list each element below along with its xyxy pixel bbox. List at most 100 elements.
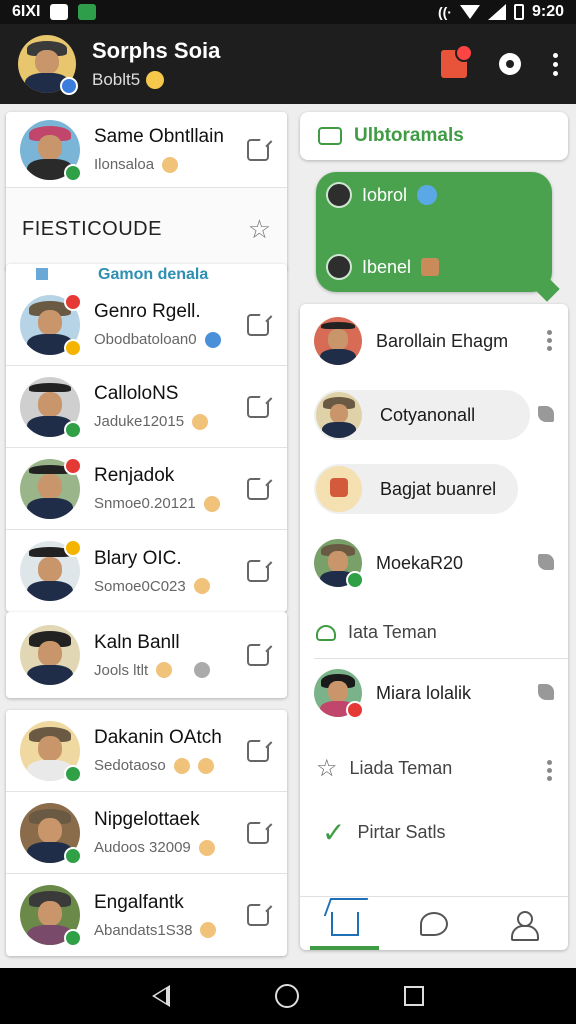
contact-name: Nipgelottaek — [94, 809, 200, 830]
edit-icon[interactable] — [247, 904, 269, 926]
list-item[interactable]: CalloloNS Jaduke12015 — [6, 366, 287, 448]
nfc-icon: ((· — [437, 4, 452, 20]
check-icon: ✓ — [322, 817, 346, 848]
status-bar: 6IXI ((· 9:20 — [0, 0, 576, 24]
tag-row[interactable]: FIESTICOUDE ☆ — [6, 188, 287, 272]
list-item[interactable]: Blary OIC. Somoe0C023 — [6, 530, 287, 612]
clock-icon — [204, 331, 221, 348]
contact-name: Kaln Banll — [94, 631, 180, 653]
contact-sub: Sedotaoso — [94, 757, 166, 774]
chat-bubble[interactable]: Iobrol Ibenel — [316, 172, 552, 292]
contact-name: Same Obntllain — [94, 126, 224, 147]
emoji-icon — [197, 757, 214, 774]
contact-sub: Ilonsaloa — [94, 156, 155, 173]
section-title: Gamon denala — [98, 266, 209, 283]
contact-sub: Abandats1S38 — [94, 921, 193, 939]
liada-label: Liada Teman — [349, 758, 453, 778]
emoji-icon — [162, 156, 179, 173]
emoji-icon — [193, 578, 210, 594]
user-icon — [511, 910, 540, 941]
notification-icon — [50, 4, 69, 20]
page-subtitle: Boblt5 — [92, 70, 141, 89]
more-options-icon[interactable] — [553, 52, 558, 76]
teman-label: Iata Teman — [348, 622, 437, 642]
tag-label: FIESTICOUDE — [22, 218, 162, 240]
emoji-icon — [198, 839, 215, 856]
star-icon[interactable]: ☆ — [248, 214, 271, 245]
pin-icon[interactable] — [538, 406, 554, 422]
list-item[interactable]: Miara lolalik — [300, 668, 568, 719]
edit-icon[interactable] — [247, 644, 269, 666]
smiley-icon — [146, 71, 165, 89]
user-icon — [194, 662, 211, 678]
contact-name: Renjadok — [94, 465, 175, 486]
reaction-icon — [417, 185, 438, 205]
group-card: Gamon denala Genro Rgell. Obodbatoloan0 … — [6, 264, 287, 612]
teman-link[interactable]: Iata Teman — [316, 622, 437, 643]
home-button-icon[interactable] — [274, 984, 299, 1008]
person-name: Cotyanonall — [380, 404, 476, 425]
contact-list: Same Obntllain Ilonsaloa FIESTICOUDE ☆ G… — [0, 104, 292, 968]
edit-icon[interactable] — [247, 477, 269, 500]
pirtar-link[interactable]: ✓ Pirtar Satls — [322, 816, 446, 849]
system-nav-bar — [0, 968, 576, 1024]
signal-icon — [487, 4, 506, 20]
emoji-icon — [200, 922, 217, 938]
liada-link[interactable]: ☆ Liada Teman — [316, 754, 452, 783]
edit-icon[interactable] — [247, 395, 269, 418]
tab-chat[interactable] — [389, 897, 478, 950]
list-item[interactable]: Same Obntllain Ilonsaloa — [6, 112, 287, 188]
emoji-icon — [156, 662, 173, 678]
edit-icon[interactable] — [247, 821, 269, 844]
profile-avatar[interactable] — [18, 35, 78, 95]
person-name: Barollain Ehagm — [376, 330, 509, 351]
bottom-tab-bar — [300, 896, 568, 950]
person-name: MoekaR20 — [376, 552, 464, 573]
star-icon: ☆ — [316, 755, 338, 782]
edit-icon[interactable] — [247, 560, 269, 582]
emoji-icon — [173, 757, 190, 774]
edit-icon[interactable] — [247, 313, 269, 336]
list-item[interactable]: Bagjat buanrel — [314, 464, 518, 514]
bottom-contacts-card: Dakanin OAtch Sedotaoso Nipgelottaek Aud… — [6, 710, 287, 956]
chat-panel: Ulbtoramals Iobrol Ibenel Barollain Ehag… — [298, 104, 576, 968]
pin-icon[interactable] — [538, 684, 554, 700]
list-item[interactable]: Kaln Banll Jools ltlt — [6, 612, 287, 698]
person-name: Bagjat buanrel — [380, 478, 497, 499]
message-icon — [318, 127, 342, 145]
contact-name: Dakanin OAtch — [94, 727, 222, 748]
person-name: Miara lolalik — [376, 682, 472, 703]
edit-icon[interactable] — [247, 138, 269, 161]
recent-apps-icon[interactable] — [403, 986, 424, 1006]
app-bar: Sorphs Soia Boblt5 — [0, 24, 576, 104]
edit-icon — [326, 254, 352, 280]
banner-button[interactable]: Ulbtoramals — [300, 112, 568, 160]
contact-sub: Obodbatoloan0 — [94, 331, 197, 348]
more-icon[interactable] — [547, 760, 552, 781]
list-item[interactable]: Engalfantk Abandats1S38 — [6, 874, 287, 956]
back-icon[interactable] — [152, 985, 171, 1007]
list-item[interactable]: Cotyanonall — [314, 390, 530, 440]
wifi-icon — [459, 5, 480, 19]
link-icon — [326, 182, 352, 208]
tab-profile[interactable] — [479, 897, 568, 950]
contact-name: Blary OIC. — [94, 547, 182, 569]
page-title: Sorphs Soia — [92, 38, 221, 63]
contact-sub: Jaduke12015 — [94, 413, 185, 430]
list-item[interactable]: Barollain Ehagm — [300, 316, 568, 366]
contact-sub: Jools ltlt — [94, 661, 149, 679]
pin-icon[interactable] — [538, 554, 554, 570]
list-item[interactable]: MoekaR20 — [300, 538, 568, 589]
more-icon[interactable] — [547, 330, 552, 351]
settings-icon[interactable] — [495, 49, 525, 79]
list-item[interactable]: Renjadok Snmoe0.20121 — [6, 448, 287, 530]
top-contact-card: Same Obntllain Ilonsaloa FIESTICOUDE ☆ — [6, 112, 287, 272]
bubble-line-1: Iobrol — [362, 184, 408, 205]
edit-icon[interactable] — [247, 739, 269, 762]
list-item[interactable]: Nipgelottaek Audoos 32009 — [6, 792, 287, 874]
list-item[interactable]: Dakanin OAtch Sedotaoso — [6, 710, 287, 792]
notes-icon[interactable] — [441, 44, 473, 78]
status-time: 9:20 — [531, 3, 564, 20]
tab-home[interactable] — [300, 897, 389, 950]
list-item[interactable]: Genro Rgell. Obodbatoloan0 — [6, 284, 287, 366]
